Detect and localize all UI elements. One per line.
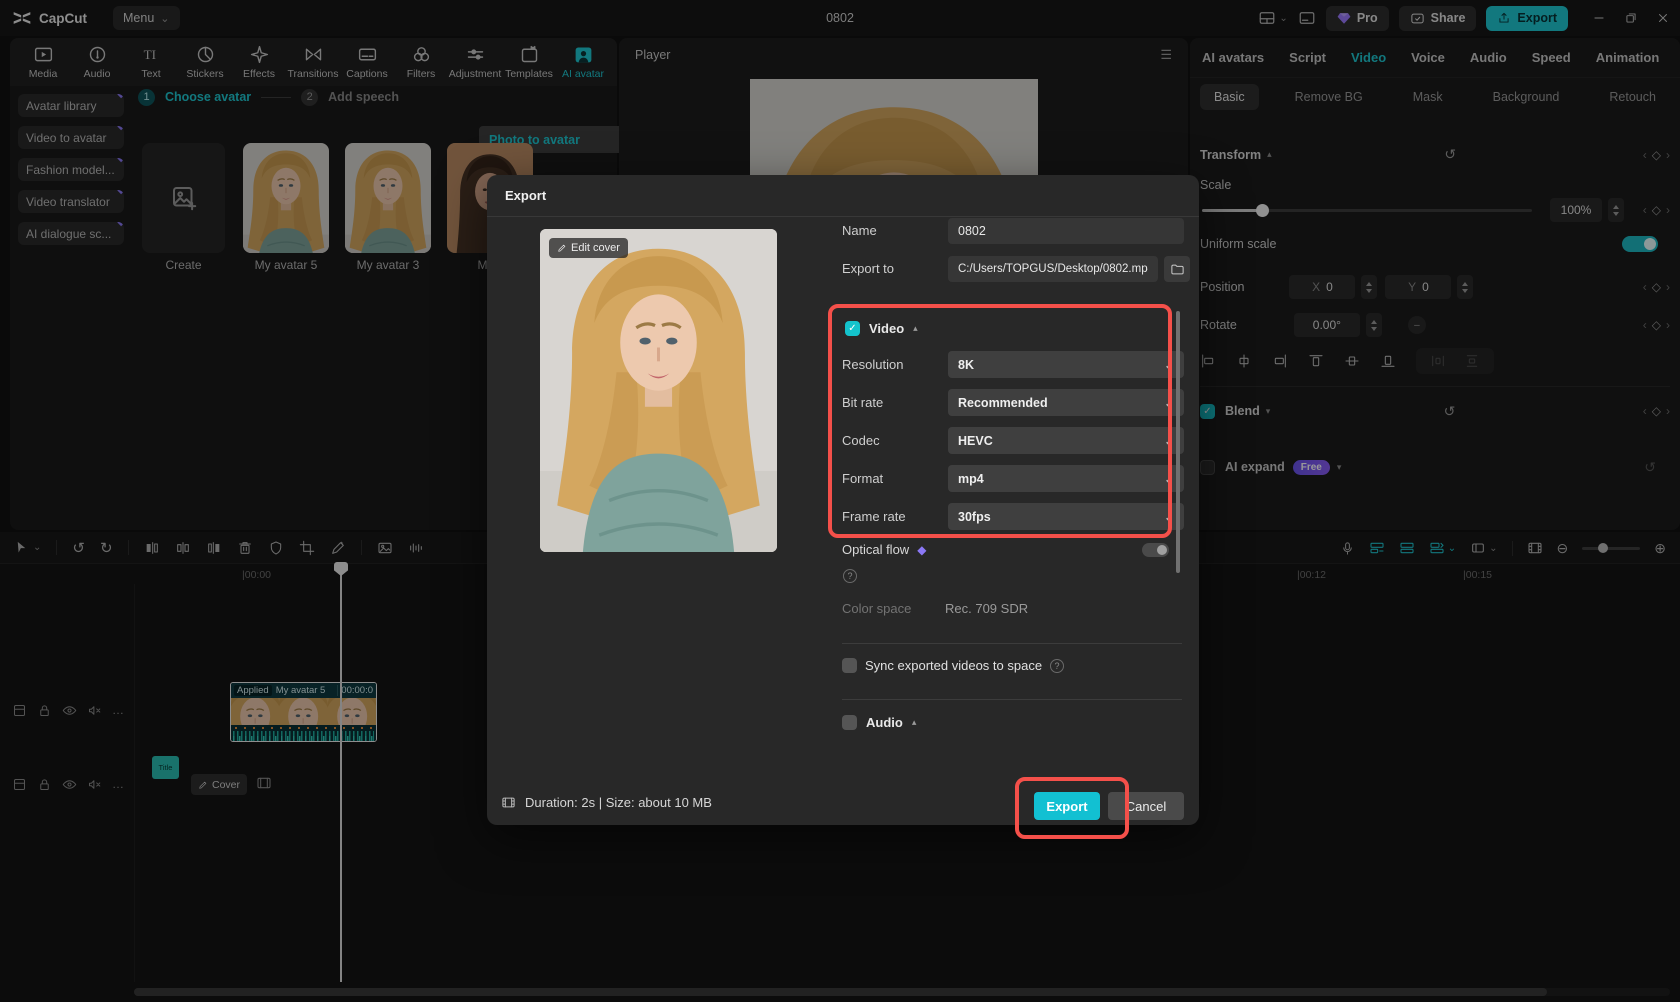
bitrate-label: Bit rate [842,395,884,410]
sync-help-icon[interactable]: ? [1050,658,1065,673]
gem-icon: ◆ [917,542,927,557]
audio-section-title: Audio [866,715,903,730]
export-summary: Duration: 2s | Size: about 10 MB [500,795,712,810]
resolution-select[interactable]: 8K ⌄ [948,351,1184,378]
codec-label: Codec [842,433,880,448]
color-space-value: Rec. 709 SDR [945,601,1029,616]
folder-icon [1170,264,1184,274]
chevron-down-icon: ⌄ [1163,357,1174,372]
framerate-label: Frame rate [842,509,906,524]
format-select[interactable]: mp4 ⌄ [948,465,1184,492]
chevron-down-icon: ⌄ [1163,471,1174,486]
bitrate-select[interactable]: Recommended ⌄ [948,389,1184,416]
color-space-label: Color space [842,601,912,616]
chevron-down-icon: ⌄ [1163,395,1174,410]
dialog-divider [842,643,1182,644]
optical-flow-help-icon[interactable]: ? [843,569,857,583]
resolution-label: Resolution [842,357,904,372]
sync-row: Sync exported videos to space ? [842,658,1065,673]
dialog-export-button[interactable]: Export [1034,792,1100,820]
format-label: Format [842,471,884,486]
optical-flow-label: Optical flow [842,542,910,557]
dialog-title: Export [505,188,547,203]
audio-section-header: Audio ▴ [842,715,916,730]
video-section-title: Video [869,321,905,336]
collapse-icon[interactable]: ▴ [912,717,917,728]
export-cover-preview: Edit cover [540,229,777,552]
export-dialog-header: Export [487,175,1199,217]
optical-flow-row: Optical flow ◆ [842,542,1169,557]
name-label: Name [842,223,877,238]
film-icon [502,797,515,808]
dialog-divider [842,699,1182,700]
collapse-icon[interactable]: ▴ [913,323,918,334]
name-input[interactable] [948,218,1184,244]
cover-image [540,229,777,552]
export-to-label: Export to [842,261,895,276]
video-checkbox[interactable]: ✓ [845,321,860,336]
export-path-input[interactable] [948,256,1158,282]
edit-cover-button[interactable]: Edit cover [549,238,628,258]
framerate-select[interactable]: 30fps ⌄ [948,503,1184,530]
sync-label: Sync exported videos to space [865,658,1043,673]
chevron-down-icon: ⌄ [1163,509,1174,524]
export-dialog: Export Edit cover Name Export to ✓ Video… [487,175,1199,839]
codec-select[interactable]: HEVC ⌄ [948,427,1184,454]
video-section-header: ✓ Video ▴ [845,321,918,336]
dialog-scrollbar[interactable] [1176,311,1180,573]
browse-folder-button[interactable] [1164,256,1190,282]
audio-checkbox[interactable] [842,715,857,730]
pencil-icon [558,244,566,252]
dialog-cancel-button[interactable]: Cancel [1108,792,1184,820]
capcut-window: CapCut Menu ⌄ 0802 ⌄ Pro Share Export Me… [0,0,1680,1002]
sync-checkbox[interactable] [842,658,857,673]
optical-flow-toggle[interactable] [1142,542,1169,557]
chevron-down-icon: ⌄ [1163,433,1174,448]
